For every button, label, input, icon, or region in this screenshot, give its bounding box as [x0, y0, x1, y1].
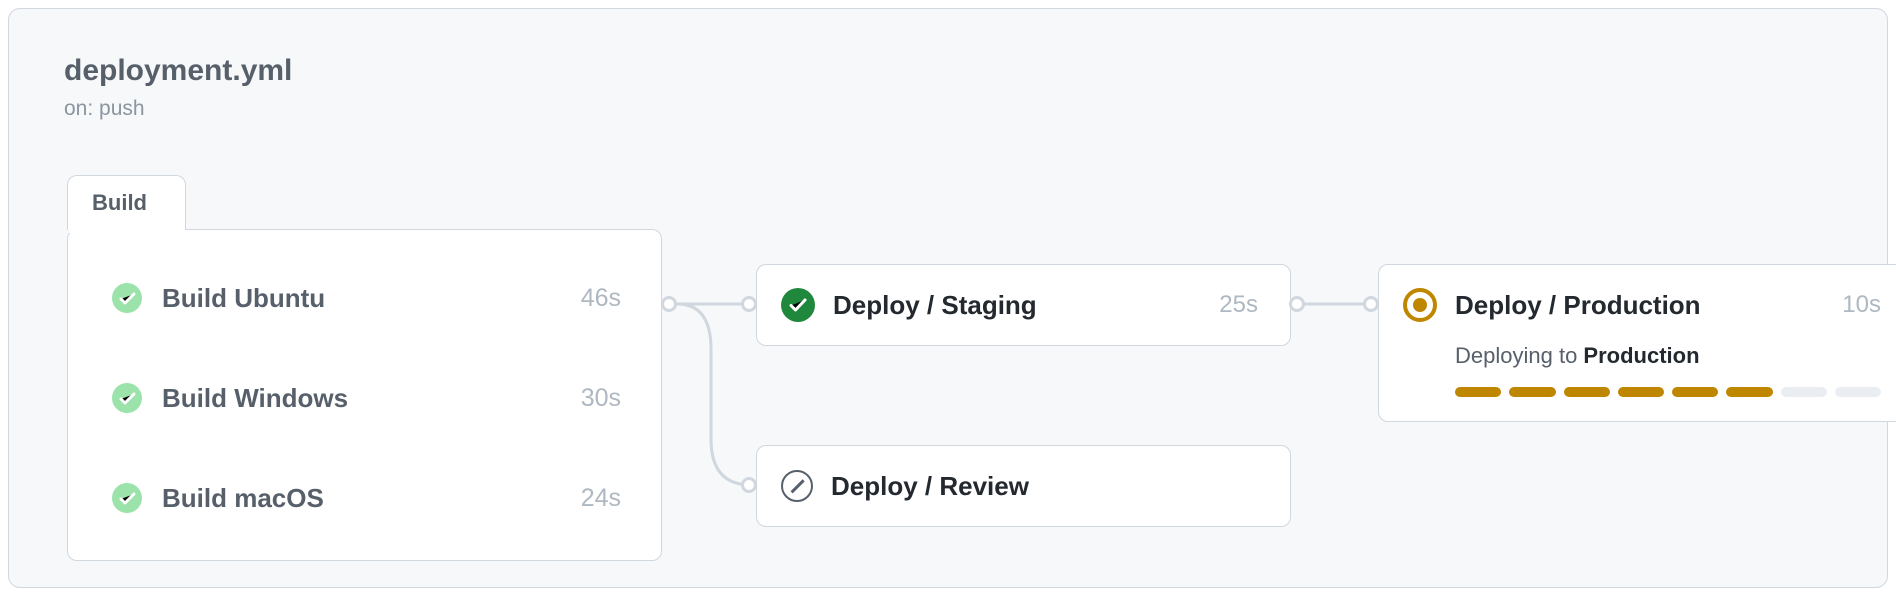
job-name: Deploy / Production: [1455, 290, 1842, 321]
job-row-build-macos[interactable]: Build macOS 24s: [68, 448, 661, 548]
job-name: Build Windows: [162, 383, 581, 414]
check-circle-icon: [112, 483, 142, 513]
build-group-card[interactable]: Build Ubuntu 46s Build Windows 30s Build…: [67, 229, 662, 561]
workflow-graph: deployment.yml on: push Build Build Ubun…: [8, 8, 1888, 588]
job-row-build-ubuntu[interactable]: Build Ubuntu 46s: [68, 248, 661, 348]
job-duration: 10s: [1842, 291, 1881, 319]
job-duration: 46s: [581, 284, 621, 313]
check-circle-icon: [112, 383, 142, 413]
connector-dot: [661, 296, 677, 312]
job-duration: 30s: [581, 384, 621, 413]
job-name: Deploy / Staging: [833, 290, 1219, 321]
job-card-deploy-production[interactable]: Deploy / Production 10s Deploying to Pro…: [1378, 264, 1896, 422]
progress-segment: [1618, 387, 1664, 397]
connector-dot: [741, 296, 757, 312]
job-card-deploy-review[interactable]: Deploy / Review: [756, 445, 1291, 527]
progress-segment: [1835, 387, 1881, 397]
check-circle-icon: [112, 283, 142, 313]
progress-segment: [1455, 387, 1501, 397]
deploy-status-text: Deploying to Production: [1455, 343, 1700, 368]
connector-dot: [1363, 296, 1379, 312]
job-name: Build macOS: [162, 483, 581, 514]
progress-segment: [1726, 387, 1772, 397]
job-duration: 24s: [581, 484, 621, 513]
group-tab-build[interactable]: Build: [67, 175, 186, 230]
running-icon: [1403, 288, 1437, 322]
progress-segment: [1509, 387, 1555, 397]
job-card-deploy-staging[interactable]: Deploy / Staging 25s: [756, 264, 1291, 346]
progress-segment: [1672, 387, 1718, 397]
job-duration: 25s: [1219, 291, 1258, 319]
progress-bar: [1455, 387, 1881, 397]
job-name: Deploy / Review: [831, 471, 1258, 502]
connector-dot: [1289, 296, 1305, 312]
check-circle-icon: [781, 288, 815, 322]
skipped-icon: [781, 470, 813, 502]
progress-segment: [1781, 387, 1827, 397]
progress-segment: [1564, 387, 1610, 397]
job-row-build-windows[interactable]: Build Windows 30s: [68, 348, 661, 448]
connector-dot: [741, 477, 757, 493]
workflow-filename: deployment.yml: [64, 54, 292, 88]
workflow-trigger: on: push: [64, 97, 145, 121]
job-name: Build Ubuntu: [162, 283, 581, 314]
